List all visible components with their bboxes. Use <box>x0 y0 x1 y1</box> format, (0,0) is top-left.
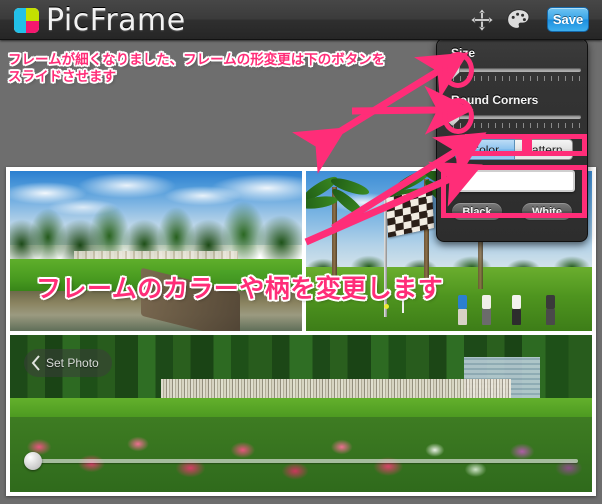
white-button[interactable]: White <box>521 202 573 221</box>
app-title: PicFrame <box>46 3 186 38</box>
photo-cell-bottom[interactable]: Set Photo <box>10 335 592 492</box>
size-label: Size <box>451 46 476 60</box>
size-slider[interactable] <box>437 60 589 86</box>
golf-fairway-pond-photo <box>10 171 302 331</box>
arrow-to-round-corners-slider <box>351 85 474 135</box>
photo-scrub-slider[interactable] <box>18 452 590 470</box>
set-photo-button[interactable]: Set Photo <box>24 349 112 377</box>
pattern-segment[interactable]: Pattern <box>514 139 573 160</box>
round-corners-slider[interactable] <box>437 107 589 133</box>
size-slider-track[interactable] <box>453 68 581 72</box>
black-button[interactable]: Black <box>451 202 503 221</box>
round-corners-label: Round Corners <box>451 93 539 107</box>
save-button[interactable]: Save <box>547 7 589 32</box>
color-segment[interactable]: Color <box>455 139 515 160</box>
chevron-left-icon <box>31 355 40 371</box>
color-swatch[interactable] <box>451 170 575 192</box>
palette-icon[interactable] <box>506 8 532 32</box>
move-arrows-icon[interactable] <box>470 8 494 32</box>
picframe-logo-icon <box>14 8 39 33</box>
frame-settings-popover[interactable]: Size Round Corners Color Pattern Black W… <box>436 30 589 242</box>
photo-cell-top-left[interactable] <box>10 171 302 331</box>
fill-mode-segmented-control[interactable]: Color Pattern <box>455 139 573 160</box>
top-toolbar: PicFrame Save <box>0 0 602 40</box>
round-corners-slider-track[interactable] <box>453 115 581 119</box>
set-photo-label: Set Photo <box>46 356 99 370</box>
picframe-app-window: Set Photo Size Round Corners Color Patte… <box>0 0 602 504</box>
annotation-top-text: フレームが細くなりました、フレームの形変更は下のボタンを スライドさせます <box>8 52 386 85</box>
round-corners-slider-ticks <box>453 123 581 128</box>
arrow-to-size-slider <box>292 52 469 174</box>
size-slider-ticks <box>453 76 581 81</box>
scrub-track[interactable] <box>30 459 578 463</box>
scrub-thumb[interactable] <box>24 452 42 470</box>
